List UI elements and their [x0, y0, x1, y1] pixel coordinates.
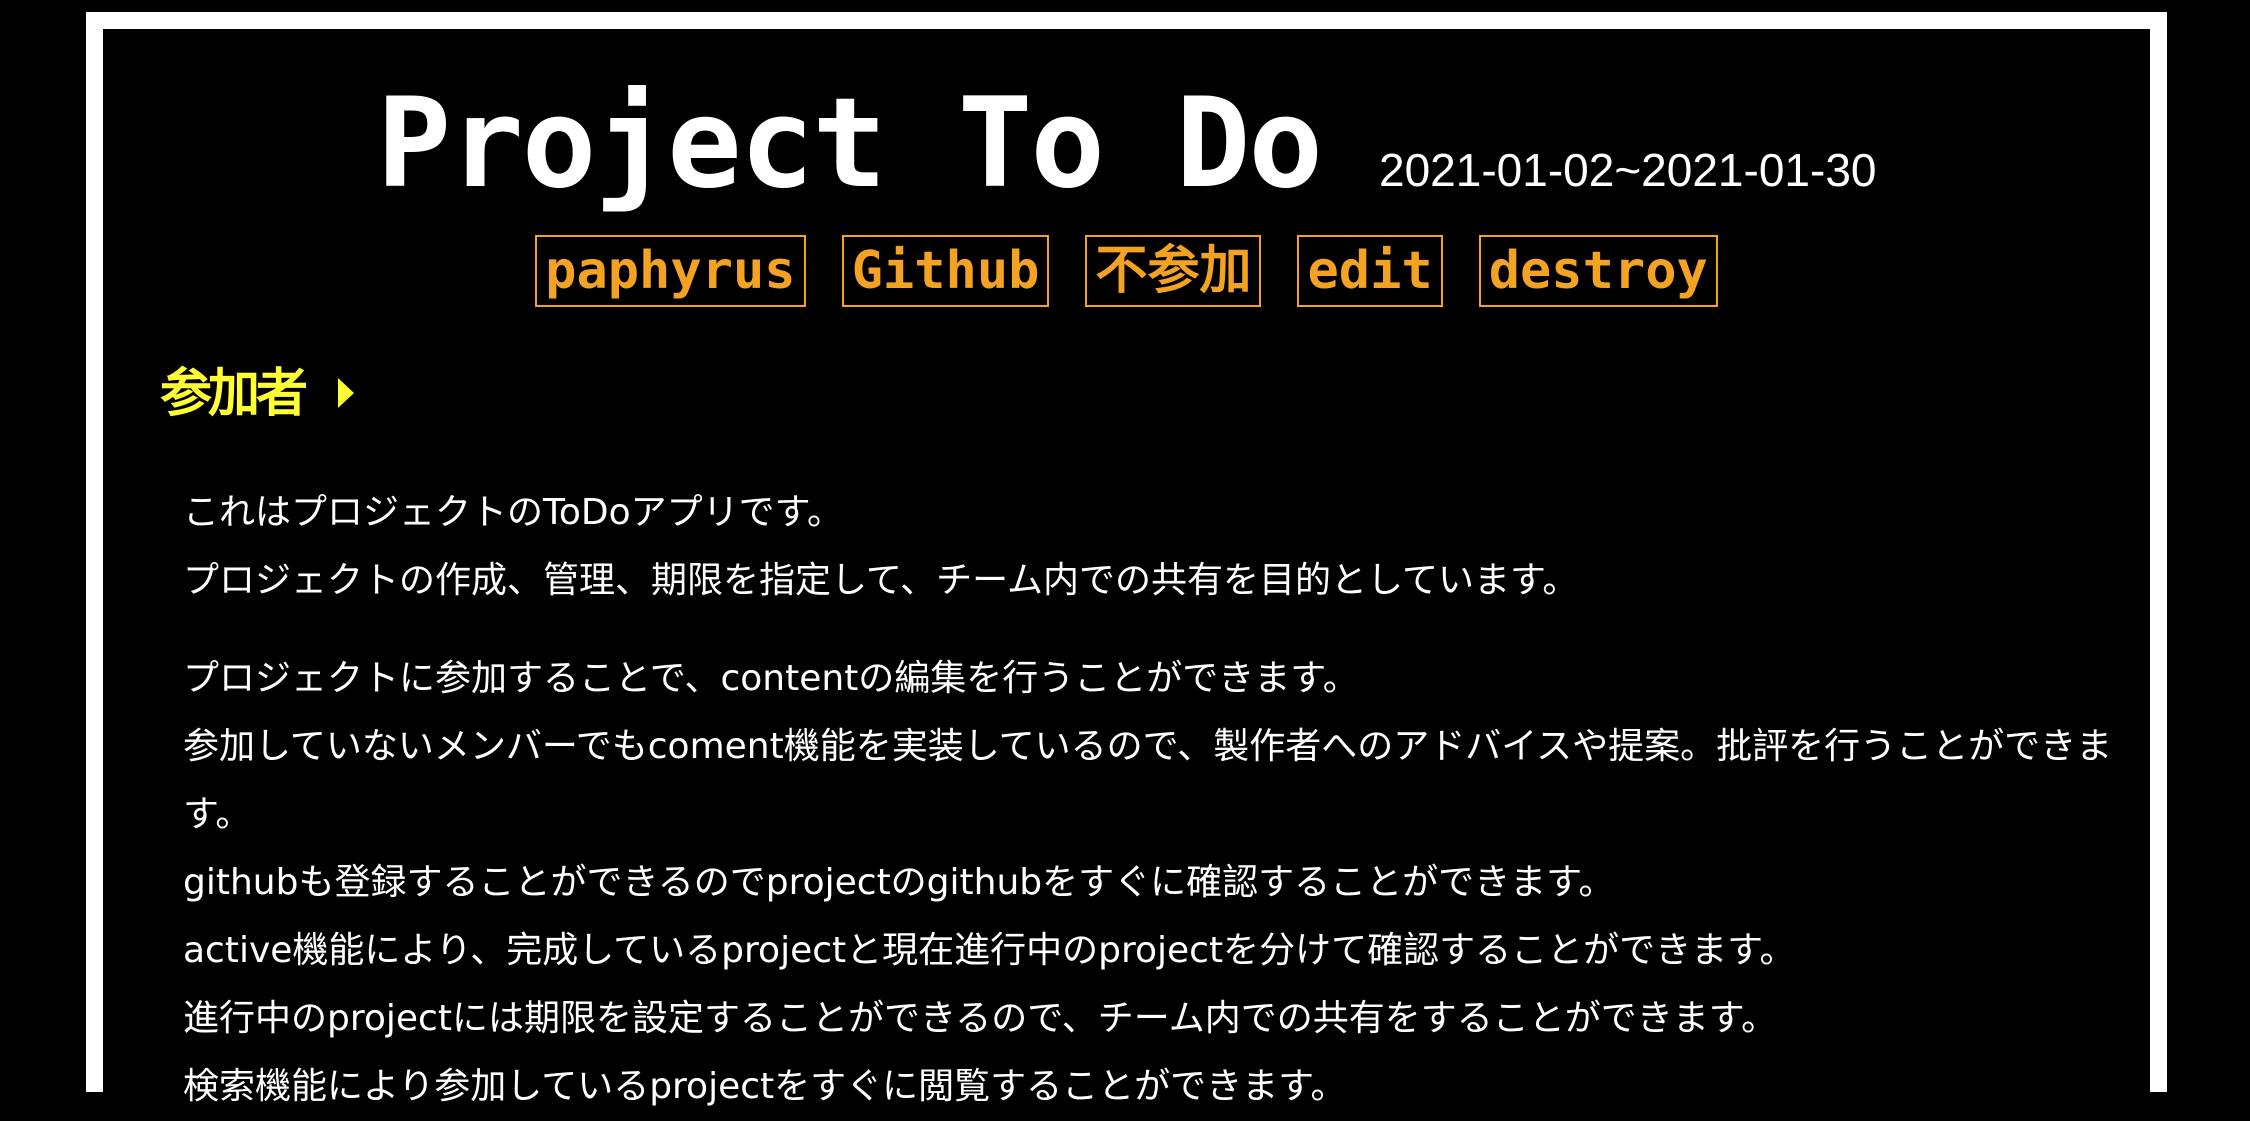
content-line: プロジェクトの作成、管理、期限を指定して、チーム内での共有を目的としています。: [183, 560, 1579, 601]
paphyrus-button[interactable]: paphyrus: [535, 235, 806, 307]
action-buttons: paphyrus Github 不参加 edit destroy: [103, 235, 2150, 307]
page-title: Project To Do: [376, 72, 1324, 216]
leave-button[interactable]: 不参加: [1085, 235, 1262, 307]
content-line: githubも登録することができるのでprojectのgithubをすぐに確認す…: [183, 862, 1615, 903]
participants-label: 参加者: [160, 364, 308, 424]
page-frame: Project To Do 2021-01-02~2021-01-30 paphy…: [86, 12, 2167, 1107]
content-line: これはプロジェクトのToDoアプリです。: [183, 492, 844, 533]
participants-toggle[interactable]: 参加者: [160, 359, 355, 429]
content-line: 参加していないメンバーでもcoment機能を実装しているので、製作者へのアドバイ…: [183, 726, 2113, 835]
page-header: Project To Do 2021-01-02~2021-01-30: [103, 79, 2150, 209]
edit-button[interactable]: edit: [1297, 235, 1443, 307]
content-line: 進行中のprojectには期限を設定することができるので、チーム内での共有をする…: [183, 998, 1778, 1039]
date-range: 2021-01-02~2021-01-30: [1379, 144, 1877, 196]
content-line: プロジェクトに参加することで、contentの編集を行うことができます。: [183, 658, 1359, 699]
content-line: 検索機能により参加しているprojectをすぐに閲覧することができます。: [183, 1066, 1347, 1107]
destroy-button[interactable]: destroy: [1478, 235, 1718, 307]
project-content: これはプロジェクトのToDoアプリです。 プロジェクトの作成、管理、期限を指定し…: [183, 479, 2143, 1121]
content-line: active機能により、完成しているprojectと現在進行中のprojectを…: [183, 930, 1796, 971]
github-button[interactable]: Github: [841, 235, 1050, 307]
caret-right-icon: [338, 378, 355, 408]
